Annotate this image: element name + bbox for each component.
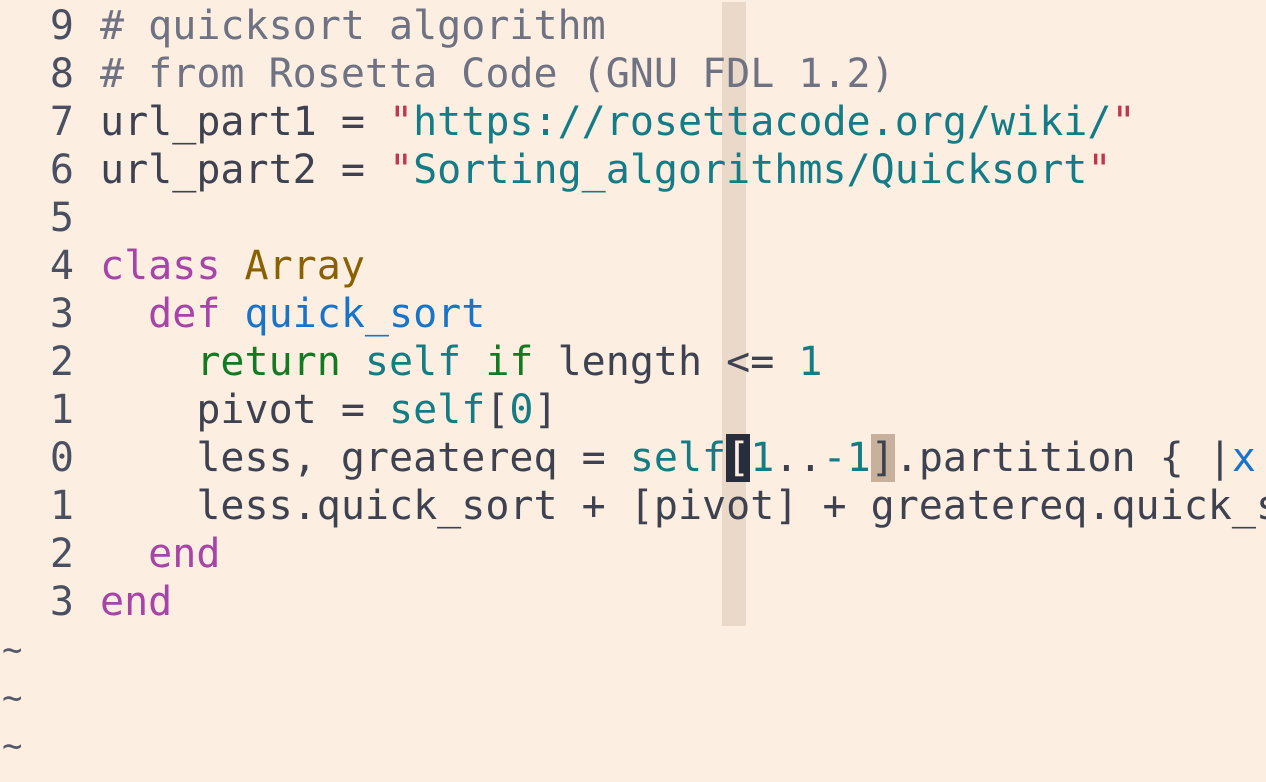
code-token: end xyxy=(100,579,173,625)
code-token: .. xyxy=(774,435,823,481)
code-token: quick_sort xyxy=(244,291,486,337)
line-content[interactable]: less, greatereq = self[1..-1].partition … xyxy=(100,434,1266,482)
matched-bracket: ] xyxy=(870,434,895,482)
empty-line-marker: ~ xyxy=(2,726,23,766)
code-token: " xyxy=(1111,99,1136,145)
code-token: self xyxy=(364,339,462,385)
line-content[interactable]: return self if length <= 1 xyxy=(100,338,823,386)
code-token: # quicksort algorithm xyxy=(100,3,606,49)
line-number: 9 xyxy=(49,3,74,49)
code-token: def xyxy=(148,291,221,337)
line-number: 3 xyxy=(49,291,74,337)
empty-line-marker: ~ xyxy=(2,630,23,670)
line-number: 5 xyxy=(49,195,74,241)
line-content[interactable]: def quick_sort xyxy=(100,290,485,338)
line-content[interactable]: end xyxy=(100,530,220,578)
code-token: return xyxy=(196,339,341,385)
code-token: less.quick_sort + [pivot] + greatereq.qu… xyxy=(100,483,1266,529)
code-token: .partition { | xyxy=(894,435,1232,481)
code-token: length <= xyxy=(533,339,799,385)
code-token: # from Rosetta Code (GNU FDL 1.2) xyxy=(100,51,895,97)
code-token: ] xyxy=(533,387,558,433)
code-token: https://rosettacode.org/wiki/ xyxy=(413,99,1112,145)
code-token: " xyxy=(388,99,414,145)
line-number: 8 xyxy=(49,51,74,97)
line-content[interactable]: # quicksort algorithm xyxy=(100,2,606,50)
code-token: " xyxy=(388,147,414,193)
line-content[interactable]: url_part2 = "Sorting_algorithms/Quicksor… xyxy=(100,146,1111,194)
line-content[interactable]: less.quick_sort + [pivot] + greatereq.qu… xyxy=(100,482,1266,530)
code-token: [ xyxy=(485,387,510,433)
code-token: -1 xyxy=(822,435,871,481)
line-number: 1 xyxy=(49,483,74,529)
code-token: " xyxy=(1087,147,1112,193)
line-number: 2 xyxy=(49,339,74,385)
code-token: 1 xyxy=(798,339,823,385)
line-number: 7 xyxy=(49,99,74,145)
line-number: 4 xyxy=(49,243,74,289)
line-content[interactable]: class Array xyxy=(100,242,365,290)
code-token: Sorting_algorithms/Quicksort xyxy=(413,147,1088,193)
code-token: class xyxy=(100,243,221,289)
line-content[interactable]: end xyxy=(100,578,172,626)
code-token: pivot = xyxy=(100,387,389,433)
code-token: less, greatereq = xyxy=(100,435,630,481)
code-token: url_part2 = xyxy=(100,147,389,193)
code-token: self xyxy=(629,435,727,481)
code-token: Array xyxy=(244,243,365,289)
code-token: 0 xyxy=(509,387,534,433)
line-number: 0 xyxy=(49,435,74,481)
code-token: x xyxy=(1231,435,1257,481)
code-token: url_part1 = xyxy=(100,99,389,145)
code-token: if xyxy=(485,339,534,385)
line-content[interactable]: url_part1 = "https://rosettacode.org/wik… xyxy=(100,98,1136,146)
line-number: 6 xyxy=(49,147,74,193)
text-cursor: [ xyxy=(726,434,751,482)
code-token: | xyxy=(1256,435,1266,481)
line-number: 3 xyxy=(49,579,74,625)
code-editor[interactable]: 9 # quicksort algorithm 8 # from Rosetta Co… xyxy=(0,0,1266,782)
line-number: 1 xyxy=(49,387,74,433)
empty-line-marker: ~ xyxy=(2,678,23,718)
code-token: self xyxy=(388,387,486,433)
line-content[interactable]: pivot = self[0] xyxy=(100,386,558,434)
code-token: end xyxy=(148,531,221,577)
code-token: 1 xyxy=(750,435,775,481)
line-number: 2 xyxy=(49,531,74,577)
line-content[interactable]: # from Rosetta Code (GNU FDL 1.2) xyxy=(100,50,895,98)
